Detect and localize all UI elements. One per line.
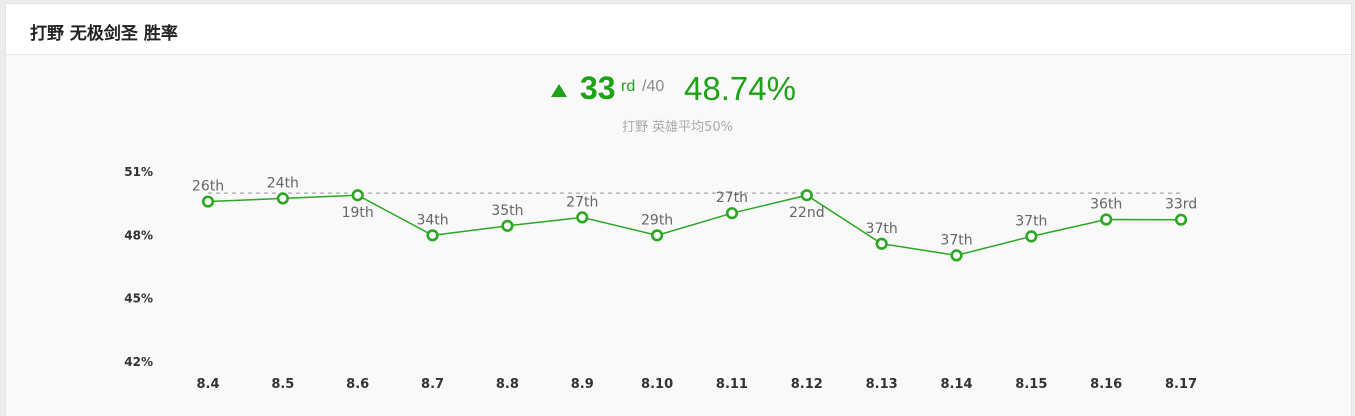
x-tick-label: 8.15 [1015,377,1047,392]
data-label: 26th [192,179,224,195]
x-tick-label: 8.17 [1165,377,1197,392]
data-point [1025,230,1038,243]
data-label: 37th [866,221,898,237]
data-label: 27th [566,194,598,210]
x-tick-label: 8.11 [716,377,748,392]
data-label: 24th [267,175,299,191]
data-point [800,189,813,202]
data-label: 27th [716,190,748,206]
x-tick-label: 8.16 [1090,377,1122,392]
x-tick-label: 8.4 [196,377,219,392]
data-point [875,237,888,250]
data-point [576,211,589,224]
x-tick-label: 8.14 [940,377,972,392]
y-tick-label: 45% [124,292,153,306]
x-tick-label: 8.6 [346,377,369,392]
data-label: 19th [342,205,374,221]
data-point [276,192,289,205]
x-tick-label: 8.5 [271,377,294,392]
y-tick-label: 48% [124,228,153,242]
x-tick-label: 8.9 [571,377,594,392]
x-tick-label: 8.7 [421,377,444,392]
data-label: 22nd [789,205,825,221]
data-point [426,229,439,242]
x-tick-label: 8.8 [496,377,519,392]
data-point [650,229,664,242]
y-tick-label: 42% [124,355,153,369]
data-label: 34th [416,212,448,228]
data-label: 35th [491,203,523,219]
win-rate-line-chart: 42% 45% 48% 51% 8.4 8.5 8.6 8.7 8.8 8.9 8.10 8.11 8.… [124,165,1197,392]
data-point [950,249,963,262]
x-tick-label: 8.13 [866,377,898,392]
y-tick-label: 51% [124,165,153,179]
x-tick-label: 8.10 [641,377,673,392]
data-point [1100,213,1113,226]
data-label: 33rd [1165,197,1197,213]
data-label: 36th [1090,197,1122,213]
data-point [351,189,364,202]
data-point [1174,213,1188,226]
data-label: 37th [940,232,972,248]
data-point [501,219,514,232]
data-point [201,195,215,208]
data-label: 29th [641,212,673,228]
data-point [725,207,739,220]
x-tick-label: 8.12 [791,377,823,392]
data-label: 37th [1015,213,1047,229]
